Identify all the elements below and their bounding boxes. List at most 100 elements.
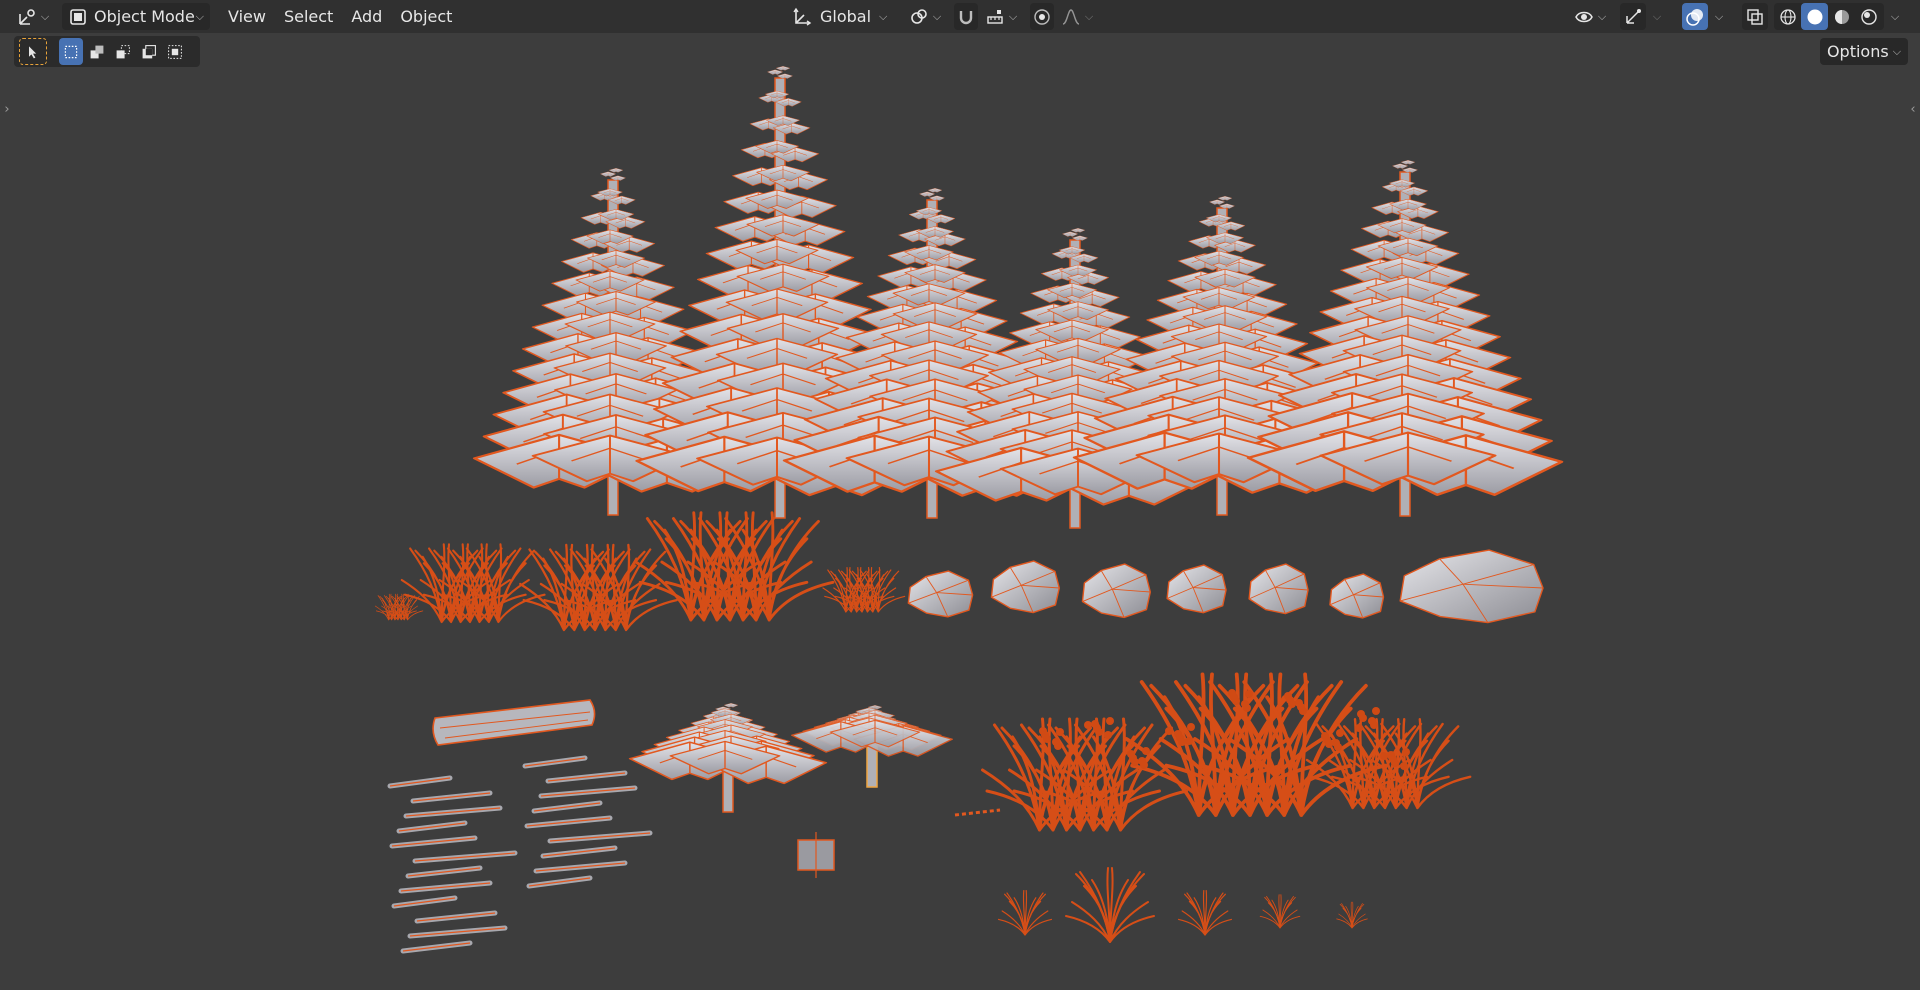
- rendered-sphere-icon: [1860, 8, 1877, 25]
- select-tweak-tool-button[interactable]: [19, 38, 47, 65]
- solid-sphere-icon: [1807, 9, 1822, 24]
- pivot-link-icon: [911, 8, 927, 24]
- snap-increment-icon: [987, 9, 1003, 24]
- chevron-down-icon: ⌵: [932, 9, 942, 23]
- rocks-row: [907, 549, 1544, 624]
- snap-toggle[interactable]: [954, 3, 978, 30]
- snap-target-dropdown[interactable]: ⌵: [982, 3, 1020, 30]
- leafy-bush-2[interactable]: [1124, 672, 1387, 817]
- pivot-point-dropdown[interactable]: ⌵: [906, 3, 944, 30]
- select-extend-icon: [90, 45, 104, 58]
- sticks-left[interactable]: [387, 775, 518, 954]
- trees-row: [472, 66, 1564, 529]
- object-mode-icon: [70, 8, 86, 25]
- log[interactable]: [432, 699, 596, 746]
- gizmo-icon: [1626, 8, 1641, 24]
- small-pine[interactable]: [628, 703, 828, 813]
- empty-cube[interactable]: [797, 832, 835, 878]
- menu-object[interactable]: Object: [391, 3, 461, 30]
- material-preview-button[interactable]: [1828, 3, 1855, 30]
- proportional-editing-icon: [1034, 8, 1050, 25]
- rendered-shading-button[interactable]: [1855, 3, 1882, 30]
- bush-1[interactable]: [400, 543, 546, 624]
- proportional-editing-toggle[interactable]: [1030, 3, 1054, 30]
- rock-5[interactable]: [1248, 563, 1309, 615]
- shading-mode-group: [1774, 3, 1884, 30]
- chevron-down-icon: ⌵: [879, 9, 888, 23]
- select-difference-icon: [142, 44, 156, 58]
- orientation-label: Global: [820, 7, 872, 26]
- select-subtract-icon: [116, 44, 130, 58]
- bush-2[interactable]: [519, 543, 678, 632]
- overlays-dropdown[interactable]: ⌵: [1710, 3, 1728, 30]
- 3d-viewport[interactable]: [0, 33, 1920, 990]
- rock-large[interactable]: [1399, 549, 1544, 624]
- menu-view[interactable]: View: [219, 3, 275, 30]
- transform-orientation-dropdown[interactable]: Global ⌵: [792, 3, 896, 30]
- eye-icon: [1574, 11, 1593, 22]
- sticks-right[interactable]: [522, 755, 653, 889]
- editor-type-button[interactable]: ⌵: [14, 3, 52, 30]
- solid-shading-button[interactable]: [1801, 3, 1828, 30]
- overlays-icon: [1686, 8, 1703, 26]
- chevron-down-icon: ⌵: [1890, 9, 1900, 23]
- wireframe-shading-button[interactable]: [1774, 3, 1801, 30]
- shading-dropdown[interactable]: ⌵: [1886, 3, 1904, 30]
- sidebar-expand-arrow[interactable]: ‹: [1906, 97, 1920, 121]
- chevron-down-icon: ⌵: [40, 9, 50, 23]
- dry-twigs-row[interactable]: [997, 867, 1368, 943]
- mode-set-button[interactable]: [59, 38, 83, 65]
- wireframe-sphere-icon: [1779, 8, 1796, 25]
- chevron-down-icon: ⌵: [1597, 9, 1607, 23]
- material-sphere-icon: [1834, 9, 1849, 24]
- chevron-left-icon: ‹: [1910, 101, 1916, 117]
- rock-2[interactable]: [990, 560, 1061, 614]
- mode-subtract-button[interactable]: [111, 38, 135, 65]
- magnet-icon: [959, 10, 973, 24]
- mode-label: Object Mode: [94, 7, 195, 26]
- bottom-props: [387, 672, 1472, 954]
- tool-settings-row: Options ⌵: [0, 33, 1920, 69]
- rock-6[interactable]: [1329, 573, 1385, 619]
- viewport-header: ⌵ Object Mode ⌵ View Select Add Object G…: [0, 0, 1920, 33]
- chevron-down-icon: ⌵: [1714, 9, 1724, 23]
- options-label: Options: [1826, 42, 1889, 61]
- header-menus: View Select Add Object: [219, 3, 461, 30]
- mode-extend-button[interactable]: [85, 38, 109, 65]
- visibility-dropdown[interactable]: ⌵: [1570, 3, 1610, 30]
- chevron-down-icon: ⌵: [1008, 9, 1018, 23]
- mode-difference-button[interactable]: [137, 38, 161, 65]
- twig-1[interactable]: [822, 566, 906, 613]
- chevron-down-icon: ⌵: [1084, 9, 1094, 23]
- options-dropdown[interactable]: Options ⌵: [1820, 38, 1908, 65]
- select-intersect-icon: [168, 44, 182, 59]
- menu-add[interactable]: Add: [342, 3, 391, 30]
- rock-4[interactable]: [1166, 564, 1227, 614]
- chevron-down-icon: ⌵: [1652, 9, 1662, 23]
- select-new-icon: [64, 45, 78, 58]
- chevron-down-icon: ⌵: [1892, 44, 1902, 58]
- chevron-down-icon: ⌵: [195, 9, 204, 23]
- overlays-toggle[interactable]: [1682, 3, 1708, 30]
- leafy-bush-1[interactable]: [981, 717, 1188, 832]
- small-pine-active[interactable]: [791, 705, 953, 788]
- mode-dropdown[interactable]: Object Mode ⌵: [62, 3, 210, 30]
- toolbar-expand-arrow[interactable]: ›: [0, 97, 14, 121]
- chevron-right-icon: ›: [4, 101, 10, 117]
- falloff-dropdown[interactable]: ⌵: [1058, 3, 1096, 30]
- cursor-arrow-icon: [29, 45, 37, 58]
- pine-tree-6[interactable]: [1246, 160, 1564, 517]
- menu-select[interactable]: Select: [275, 3, 342, 30]
- xray-icon: [1747, 8, 1763, 25]
- xray-toggle[interactable]: [1742, 3, 1768, 30]
- rock-1[interactable]: [907, 570, 974, 618]
- rock-3[interactable]: [1081, 563, 1152, 619]
- gizmo-toggle[interactable]: [1620, 3, 1646, 30]
- 3d-viewport-icon: [19, 8, 35, 25]
- leafy-bush-3[interactable]: [1305, 718, 1472, 810]
- gizmo-dropdown[interactable]: ⌵: [1648, 3, 1666, 30]
- orientation-icon: [793, 7, 812, 26]
- mode-intersect-button[interactable]: [163, 38, 187, 65]
- falloff-curve-icon: [1062, 8, 1080, 25]
- bushes-row: [374, 511, 906, 632]
